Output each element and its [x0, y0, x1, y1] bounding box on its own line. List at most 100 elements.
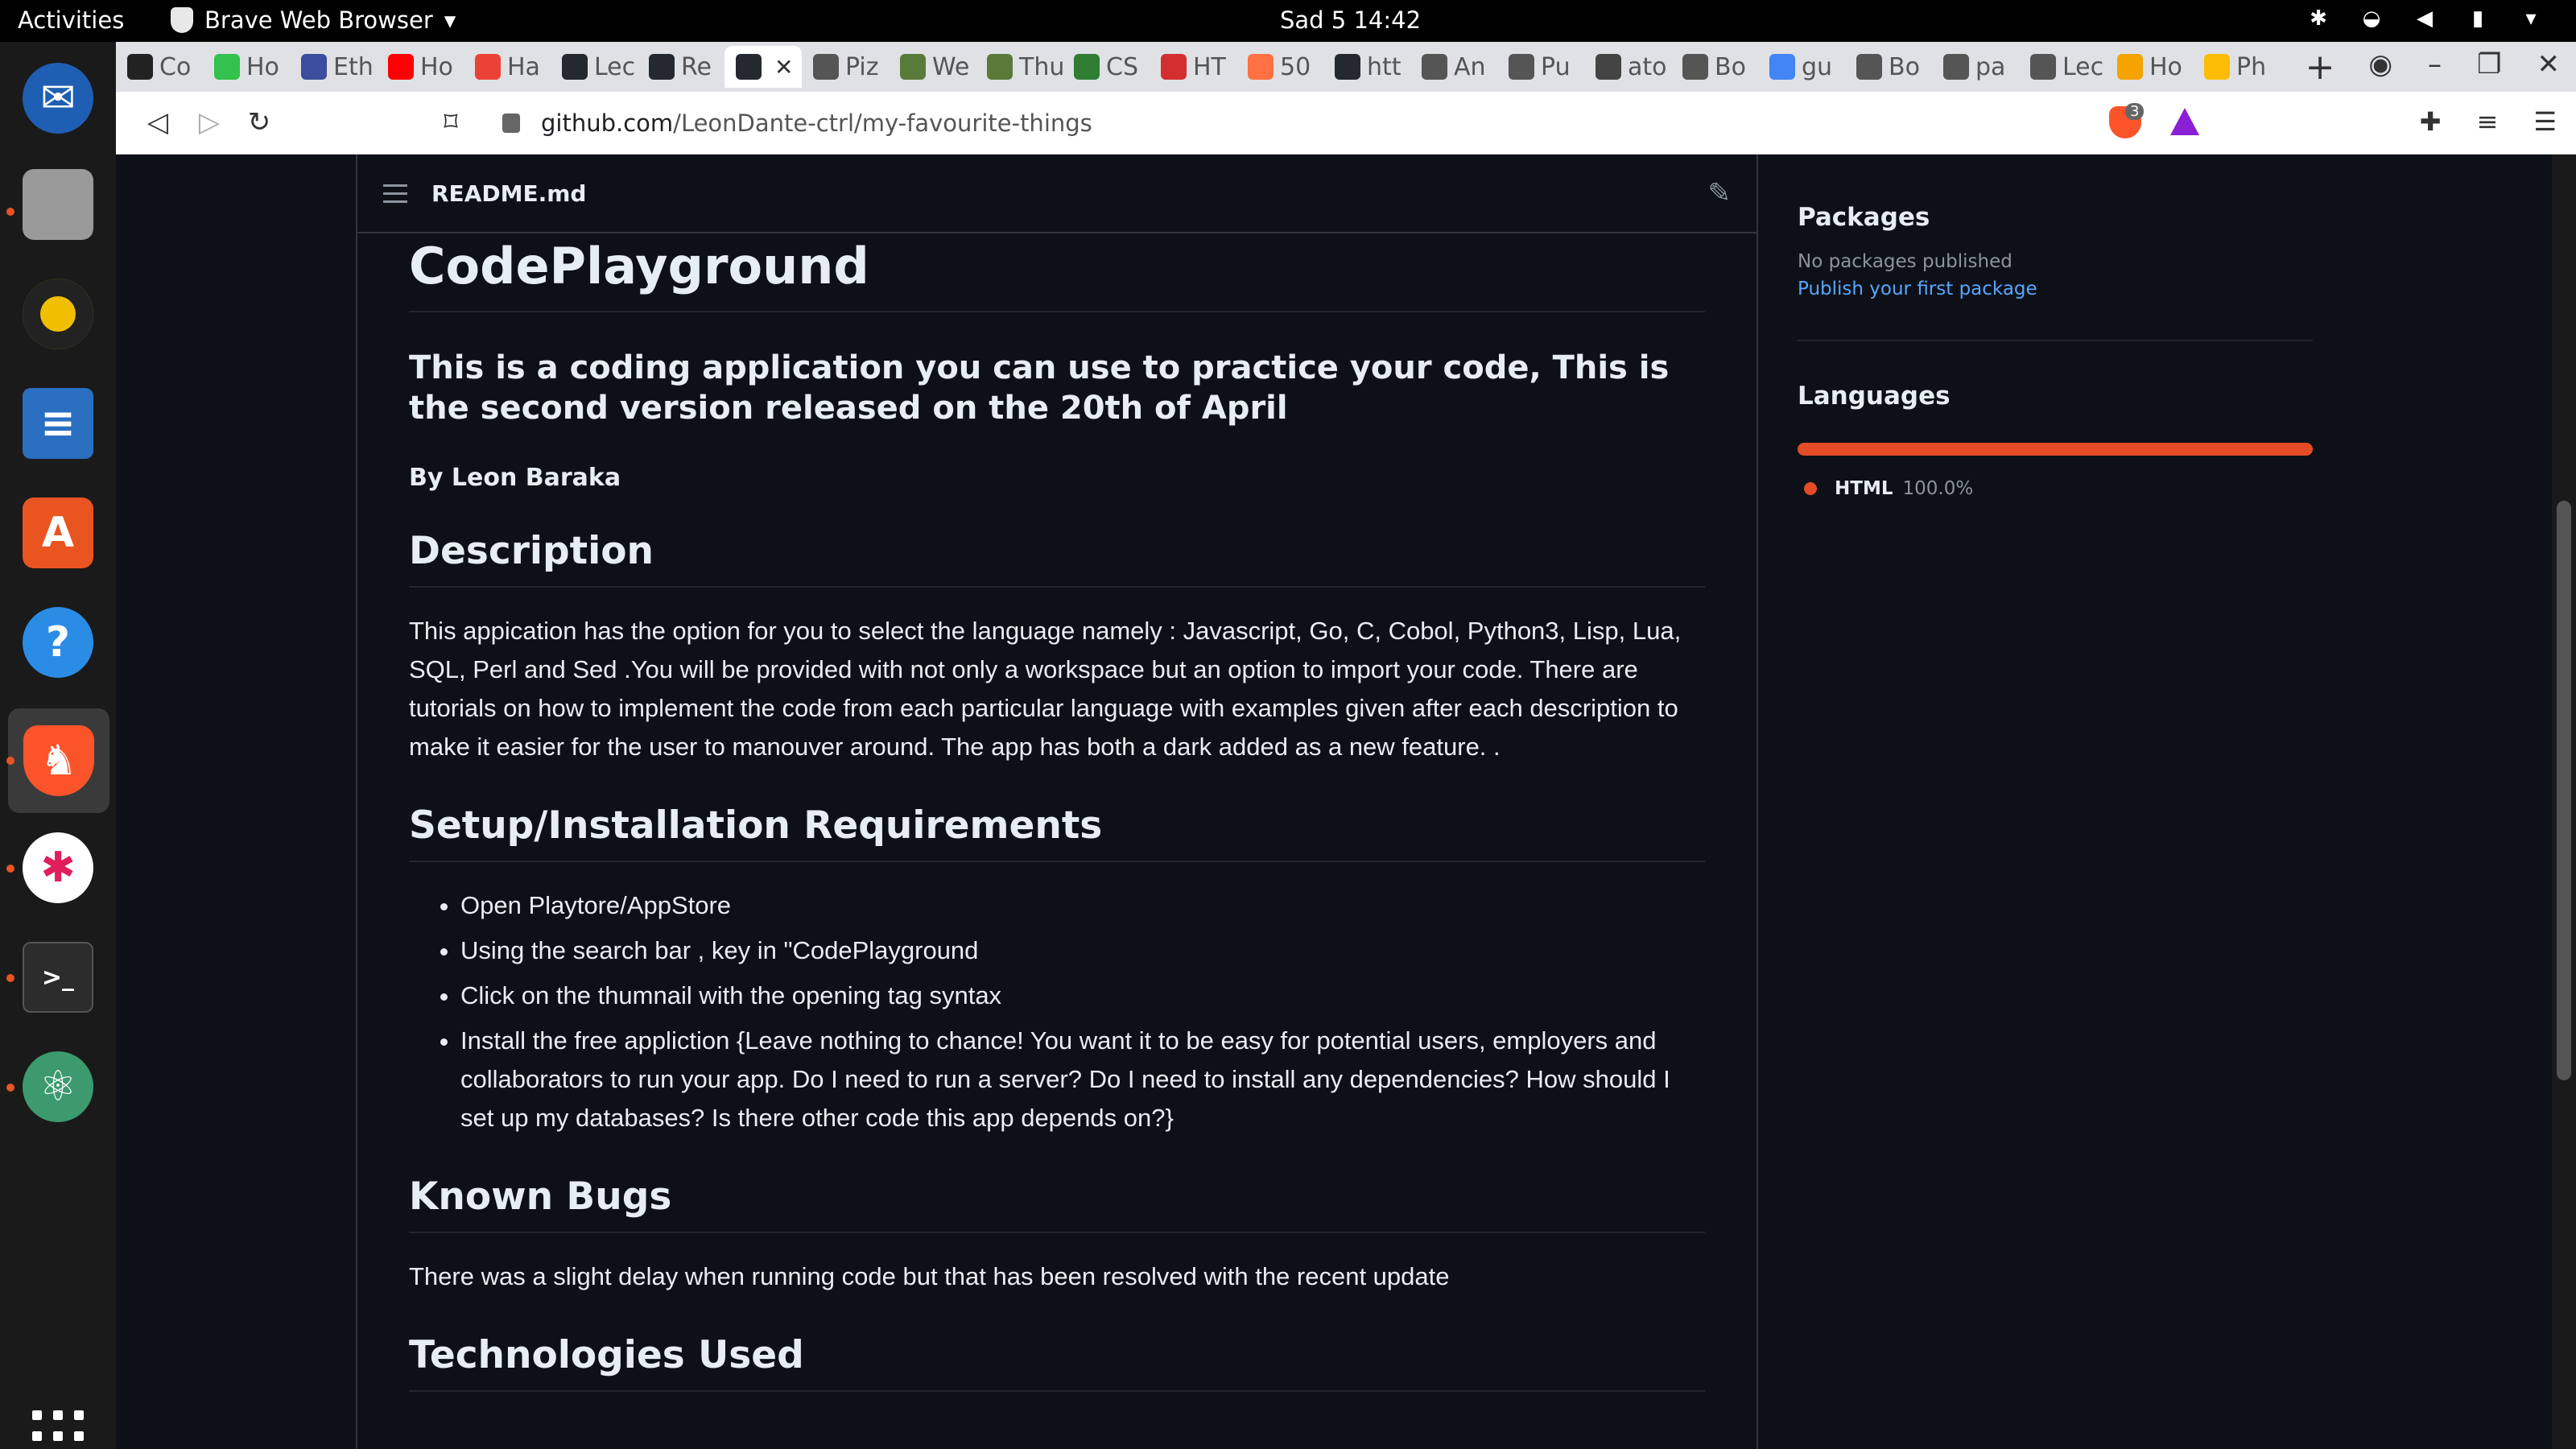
- volume-icon[interactable]: ◀: [2412, 6, 2438, 31]
- edit-pencil-icon[interactable]: ✎: [1708, 177, 1732, 209]
- page-scrollbar[interactable]: [2552, 155, 2576, 1449]
- help-launcher[interactable]: ?: [18, 602, 98, 683]
- tab[interactable]: Pu: [1497, 46, 1584, 88]
- lock-icon[interactable]: [502, 114, 520, 133]
- tab[interactable]: gu: [1758, 46, 1845, 88]
- technologies-heading: Technologies Used: [409, 1333, 1705, 1393]
- tab-label: Ph: [2236, 52, 2267, 81]
- tab[interactable]: htt: [1323, 46, 1410, 88]
- description-text: This appication has the option for you t…: [409, 617, 1682, 762]
- packages-heading[interactable]: Packages: [1798, 203, 2313, 232]
- tab[interactable]: Bo: [1671, 46, 1758, 88]
- browser-toolbar: ◁ ▷ ↻ ⌑ github.com/LeonDante-ctrl/my-fav…: [116, 92, 2576, 155]
- files-launcher[interactable]: [18, 164, 98, 245]
- clock[interactable]: Sad 5 14:42: [1280, 6, 1421, 34]
- window-controls: ◉ – ❐ ✕: [2368, 48, 2560, 80]
- wifi-icon[interactable]: ◒: [2359, 6, 2384, 31]
- close-window-button[interactable]: ✕: [2537, 48, 2561, 80]
- chevron-down-icon[interactable]: ▾: [2518, 6, 2544, 31]
- menu-icon[interactable]: ☰: [2533, 106, 2557, 137]
- tab[interactable]: Re: [638, 46, 724, 88]
- tab-label: pa: [1975, 52, 2006, 81]
- running-indicator: [6, 757, 14, 765]
- readme-filename[interactable]: README.md: [431, 180, 586, 207]
- tab[interactable]: ato: [1584, 46, 1671, 88]
- thunderbird-launcher[interactable]: ✉: [18, 58, 98, 138]
- tab-label: 50: [1280, 52, 1311, 81]
- tab-favicon-icon: [214, 54, 240, 80]
- tab-active[interactable]: ✕: [724, 46, 802, 88]
- minimize-button[interactable]: –: [2428, 48, 2442, 80]
- language-color-dot: [1804, 482, 1817, 495]
- slack-launcher[interactable]: ✱: [18, 828, 98, 908]
- rhythmbox-icon: [23, 279, 93, 349]
- publish-package-link[interactable]: Publish your first package: [1798, 279, 2313, 299]
- app-name: Brave Web Browser: [204, 6, 433, 34]
- software-launcher[interactable]: A: [18, 493, 98, 573]
- bookmark-icon[interactable]: ⌑: [433, 105, 469, 140]
- tab-favicon-icon: [736, 54, 762, 80]
- tab-favicon-icon: [388, 54, 414, 80]
- playlist-icon[interactable]: ≡: [2477, 106, 2499, 137]
- slack-tray-icon[interactable]: ✱: [2306, 6, 2331, 31]
- tab[interactable]: Bo: [1845, 46, 1932, 88]
- terminal-icon: >_: [23, 942, 93, 1013]
- tab-favicon-icon: [2204, 54, 2230, 80]
- shields-count-badge: 3: [2125, 103, 2145, 120]
- outline-list-icon[interactable]: [383, 184, 407, 203]
- tab[interactable]: CS: [1063, 46, 1150, 88]
- files-icon: [23, 169, 93, 240]
- scrollbar-thumb[interactable]: [2557, 501, 2571, 1080]
- app-menu[interactable]: Brave Web Browser ▾: [171, 6, 456, 34]
- tab[interactable]: Ho: [2106, 46, 2193, 88]
- tab[interactable]: Thu: [976, 46, 1063, 88]
- system-tray[interactable]: ✱ ◒ ◀ ▮ ▾: [2306, 6, 2544, 31]
- tab[interactable]: Piz: [802, 46, 889, 88]
- tab-favicon-icon: [813, 54, 839, 80]
- rhythmbox-launcher[interactable]: [18, 274, 98, 354]
- tab[interactable]: HT: [1150, 46, 1236, 88]
- writer-launcher[interactable]: ≡: [18, 383, 98, 464]
- help-icon: ?: [23, 607, 93, 678]
- tab[interactable]: Lec: [2019, 46, 2106, 88]
- reload-button[interactable]: ↻: [242, 105, 277, 140]
- tab[interactable]: We: [889, 46, 976, 88]
- tab[interactable]: Eth: [290, 46, 377, 88]
- close-tab-icon[interactable]: ✕: [774, 54, 793, 80]
- thunderbird-icon: ✉: [23, 63, 93, 134]
- tab-label: HT: [1193, 52, 1226, 81]
- tab[interactable]: Ho: [203, 46, 290, 88]
- tab[interactable]: 50: [1236, 46, 1323, 88]
- new-tab-button[interactable]: +: [2296, 47, 2344, 88]
- atom-launcher[interactable]: ⚛: [18, 1046, 98, 1127]
- tab-search-icon[interactable]: ◉: [2368, 48, 2392, 80]
- tab[interactable]: pa: [1932, 46, 2019, 88]
- tab[interactable]: Ha: [464, 46, 551, 88]
- brave-rewards-icon[interactable]: [2170, 108, 2199, 135]
- show-applications-icon[interactable]: [32, 1410, 84, 1449]
- tab[interactable]: Ho: [377, 46, 464, 88]
- brave-launcher[interactable]: ♞: [8, 708, 109, 813]
- running-indicator: [6, 974, 14, 982]
- address-bar[interactable]: github.com/LeonDante-ctrl/my-favourite-t…: [486, 100, 2289, 147]
- tab-favicon-icon: [127, 54, 153, 80]
- extensions-icon[interactable]: ✚: [2420, 106, 2442, 137]
- battery-icon[interactable]: ▮: [2465, 6, 2491, 31]
- back-button[interactable]: ◁: [140, 105, 175, 140]
- page-content: README.md ✎ CodePlayground This is a cod…: [116, 155, 2576, 1449]
- description-heading: Description: [409, 529, 1705, 588]
- restore-button[interactable]: ❐: [2477, 48, 2501, 80]
- tab-label: Bo: [1715, 52, 1746, 81]
- tab[interactable]: Lec: [551, 46, 638, 88]
- tab[interactable]: Ph: [2193, 46, 2280, 88]
- forward-button[interactable]: ▷: [192, 105, 227, 140]
- language-item[interactable]: HTML 100.0%: [1798, 478, 2313, 499]
- terminal-launcher[interactable]: >_: [18, 937, 98, 1018]
- language-percent: 100.0%: [1902, 478, 1974, 499]
- tab-label: Ho: [420, 52, 453, 81]
- tab[interactable]: Co: [116, 46, 203, 88]
- software-icon: A: [23, 497, 93, 568]
- activities-button[interactable]: Activities: [18, 6, 124, 34]
- tab[interactable]: An: [1410, 46, 1497, 88]
- tab-favicon-icon: [1943, 54, 1969, 80]
